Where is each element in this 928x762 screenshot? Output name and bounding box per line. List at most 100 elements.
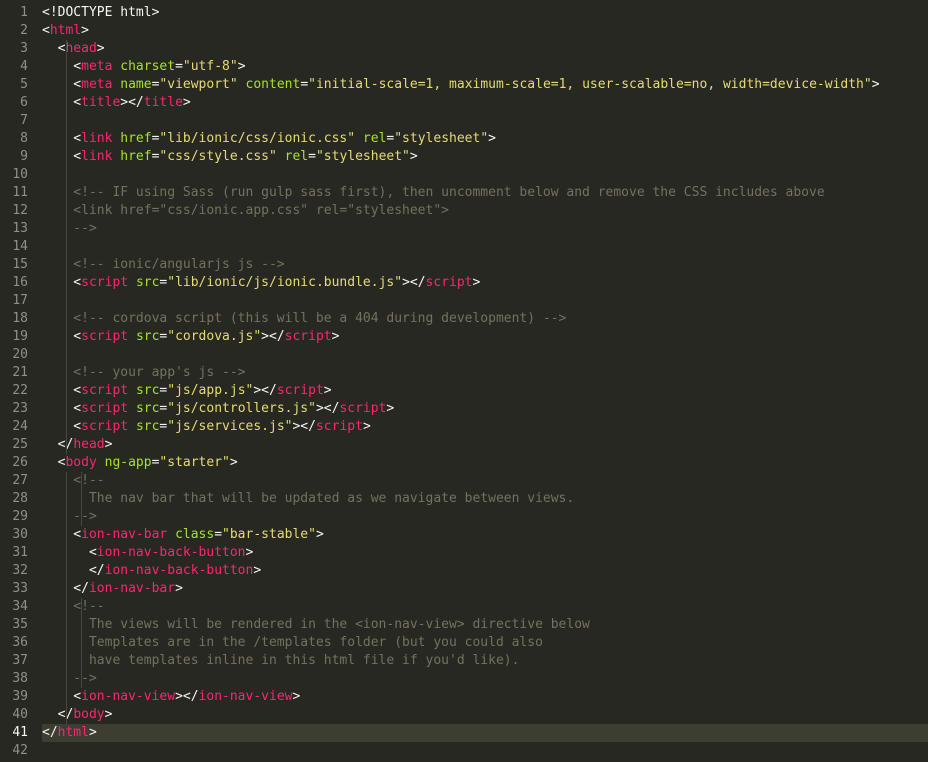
code-line[interactable]: <head>: [42, 40, 105, 58]
line-number[interactable]: 38: [0, 670, 28, 688]
code-line[interactable]: <!-- IF using Sass (run gulp sass first)…: [42, 184, 824, 202]
line-number[interactable]: 19: [0, 328, 28, 346]
code-token: >: [229, 455, 238, 470]
code-line[interactable]: </body>: [42, 706, 113, 724]
code-token: ></: [175, 689, 199, 704]
line-number[interactable]: 8: [0, 130, 28, 148]
line-number[interactable]: 5: [0, 76, 28, 94]
code-token: script: [81, 329, 129, 344]
code-token: >: [88, 725, 97, 740]
line-number[interactable]: 4: [0, 58, 28, 76]
code-area[interactable]: <!DOCTYPE html> <html> <head> <meta chars…: [42, 0, 928, 762]
line-number[interactable]: 22: [0, 382, 28, 400]
code-token: src: [135, 383, 160, 398]
line-number[interactable]: 17: [0, 292, 28, 310]
line-number[interactable]: 6: [0, 94, 28, 112]
line-number[interactable]: 36: [0, 634, 28, 652]
line-number[interactable]: 20: [0, 346, 28, 364]
line-number[interactable]: 35: [0, 616, 28, 634]
line-number[interactable]: 3: [0, 40, 28, 58]
line-number[interactable]: 24: [0, 418, 28, 436]
line-number[interactable]: 32: [0, 562, 28, 580]
code-line[interactable]: </ion-nav-back-button>: [42, 562, 261, 580]
code-line[interactable]: <meta name="viewport" content="initial-s…: [42, 76, 879, 94]
line-number[interactable]: 7: [0, 112, 28, 130]
line-number[interactable]: 30: [0, 526, 28, 544]
code-editor[interactable]: 1 2 3 4 5 6 7 8 9 10 11 12 13 14 15 16 17 18 19 20 21 22 23 24 2…: [0, 0, 928, 762]
code-token: link: [81, 149, 113, 164]
line-number[interactable]: 41: [0, 724, 28, 742]
code-line[interactable]: The nav bar that will be updated as we n…: [42, 490, 574, 508]
code-line[interactable]: <!-- cordova script (this will be a 404 …: [42, 310, 566, 328]
code-line[interactable]: <title></title>: [42, 94, 190, 112]
code-line[interactable]: <!DOCTYPE html>: [42, 4, 159, 22]
line-number[interactable]: 11: [0, 184, 28, 202]
code-line[interactable]: <link href="css/style.css" rel="styleshe…: [42, 148, 418, 166]
code-token: <: [42, 41, 66, 56]
code-line[interactable]: <html>: [42, 22, 89, 40]
code-line[interactable]: <ion-nav-bar class="bar-stable">: [42, 526, 323, 544]
line-number[interactable]: 9: [0, 148, 28, 166]
line-number[interactable]: 2: [0, 22, 28, 40]
code-line[interactable]: <ion-nav-back-button>: [42, 544, 253, 562]
line-number[interactable]: 18: [0, 310, 28, 328]
code-line[interactable]: </html>: [42, 724, 97, 742]
code-line[interactable]: <!-- your app's js -->: [42, 364, 245, 382]
code-line[interactable]: <link href="lib/ionic/css/ionic.css" rel…: [42, 130, 496, 148]
code-line[interactable]: <script src="cordova.js"></script>: [42, 328, 339, 346]
code-token: <!--: [42, 599, 105, 614]
line-number[interactable]: 23: [0, 400, 28, 418]
code-line[interactable]: <!--: [42, 472, 104, 490]
line-number[interactable]: 39: [0, 688, 28, 706]
line-number[interactable]: 16: [0, 274, 28, 292]
line-number[interactable]: 15: [0, 256, 28, 274]
line-number[interactable]: 12: [0, 202, 28, 220]
code-line[interactable]: </head>: [42, 436, 113, 454]
line-number[interactable]: 10: [0, 166, 28, 184]
code-token: <!-- cordova script (this will be a 404 …: [42, 311, 567, 326]
line-number[interactable]: 13: [0, 220, 28, 238]
line-number[interactable]: 29: [0, 508, 28, 526]
line-number[interactable]: 34: [0, 598, 28, 616]
code-line[interactable]: <body ng-app="starter">: [42, 454, 238, 472]
line-number[interactable]: 1: [0, 4, 28, 22]
code-line[interactable]: <script src="js/controllers.js"></script…: [42, 400, 394, 418]
code-line[interactable]: have templates inline in this html file …: [42, 652, 519, 670]
line-number[interactable]: 40: [0, 706, 28, 724]
code-token: rel: [284, 149, 309, 164]
code-token: "bar-stable": [222, 527, 316, 542]
code-line[interactable]: <link href="css/ionic.app.css" rel="styl…: [42, 202, 449, 220]
code-line[interactable]: <!-- ionic/angularjs js -->: [42, 256, 285, 274]
code-token: meta: [81, 77, 113, 92]
line-number[interactable]: 42: [0, 742, 28, 760]
code-token: >: [409, 149, 418, 164]
line-number[interactable]: 28: [0, 490, 28, 508]
line-number[interactable]: 14: [0, 238, 28, 256]
code-line[interactable]: The views will be rendered in the <ion-n…: [42, 616, 590, 634]
code-token: <!-- ionic/angularjs js -->: [42, 257, 285, 272]
line-number[interactable]: 31: [0, 544, 28, 562]
code-line[interactable]: <meta charset="utf-8">: [42, 58, 245, 76]
code-token: ></: [402, 275, 426, 290]
line-number[interactable]: 37: [0, 652, 28, 670]
code-line[interactable]: <ion-nav-view></ion-nav-view>: [42, 688, 300, 706]
line-number[interactable]: 33: [0, 580, 28, 598]
code-line[interactable]: -->: [42, 220, 97, 238]
code-line[interactable]: -->: [42, 670, 97, 688]
line-number[interactable]: 26: [0, 454, 28, 472]
code-line[interactable]: -->: [42, 508, 97, 526]
code-line[interactable]: <script src="lib/ionic/js/ionic.bundle.j…: [42, 274, 480, 292]
line-number[interactable]: 21: [0, 364, 28, 382]
code-token: ion-nav-bar: [81, 527, 168, 542]
line-number-gutter[interactable]: 1 2 3 4 5 6 7 8 9 10 11 12 13 14 15 16 17 18 19 20 21 22 23 24 2…: [0, 0, 42, 762]
code-token: >: [104, 437, 113, 452]
code-line[interactable]: <!--: [42, 598, 105, 616]
code-line[interactable]: <script src="js/services.js"></script>: [42, 418, 370, 436]
code-line[interactable]: Templates are in the /templates folder (…: [42, 634, 543, 652]
code-line[interactable]: <script src="js/app.js"></script>: [42, 382, 331, 400]
code-line[interactable]: </ion-nav-bar>: [42, 580, 183, 598]
line-number[interactable]: 27: [0, 472, 28, 490]
line-number[interactable]: 25: [0, 436, 28, 454]
